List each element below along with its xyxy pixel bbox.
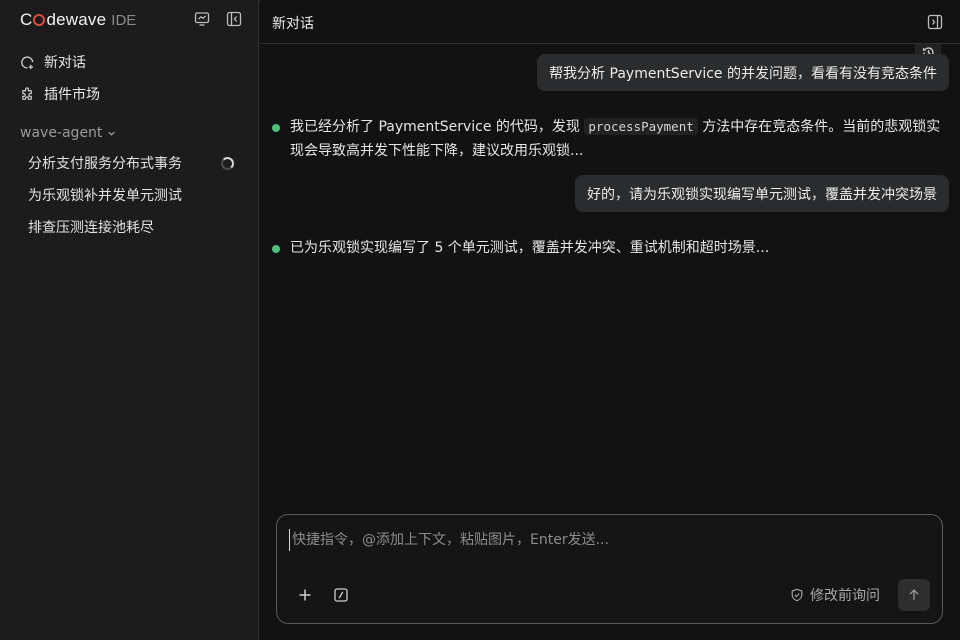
monitor-icon[interactable] [194,11,210,27]
loading-spinner-icon [221,156,234,170]
status-dot [272,245,280,253]
plugin-market-label: 插件市场 [44,87,100,103]
user-message: 好的，请为乐观锁实现编写单元测试，覆盖并发冲突场景 [575,175,949,212]
chat-header: 新对话 [260,2,960,44]
conversation-title: 排查压测连接池耗尽 [28,220,154,236]
message-input[interactable] [289,529,929,551]
conversation-item[interactable]: 为乐观锁补并发单元测试 [28,184,238,206]
conversation-title: 为乐观锁补并发单元测试 [28,188,182,204]
user-message: 帮我分析 PaymentService 的并发问题，看看有没有竞态条件 [537,54,949,91]
brand-product: IDE [111,12,137,29]
chevron-down-icon [108,131,116,136]
assistant-message-text: 我已经分析了 PaymentService 的代码，发现 [290,119,585,135]
sidebar-tools [194,11,242,27]
workspace-group-toggle[interactable]: wave-agent [20,122,117,144]
plus-icon[interactable] [297,587,313,603]
ask-before-edit-label: 修改前询问 [810,588,880,604]
inline-code: processPayment [584,118,698,135]
new-chat-button[interactable]: 新对话 [20,51,86,73]
chat-title: 新对话 [272,16,314,32]
logo-ring-icon [33,14,46,26]
new-chat-label: 新对话 [44,55,86,71]
arrow-up-icon [909,589,919,600]
ask-before-edit-toggle[interactable]: 修改前询问 [790,585,880,605]
conversation-title: 分析支付服务分布式事务 [28,156,182,172]
app-window: Cdewave IDE 新对话 插件市场 wave-agent 分析支付服务分布… [0,0,960,640]
toggle-panel-icon[interactable] [927,14,943,30]
conversation-item[interactable]: 分析支付服务分布式事务 [28,152,238,174]
assistant-message: 我已经分析了 PaymentService 的代码，发现 processPaym… [272,115,952,163]
composer-tools [297,587,349,603]
new-chat-icon [21,55,34,69]
chat-panel: 新对话 帮我分析 PaymentService 的并发问题，看看有没有竞态条件 … [260,0,960,640]
brand-logo: Cdewave IDE [20,10,136,32]
assistant-message: 已为乐观锁实现编写了 5 个单元测试，覆盖并发冲突、重试机制和超时场景... [272,236,952,260]
composer: 修改前询问 [276,514,943,624]
sidebar: Cdewave IDE 新对话 插件市场 wave-agent 分析支付服务分布… [0,0,259,640]
puzzle-icon [22,86,32,100]
plugin-market-button[interactable]: 插件市场 [20,83,100,105]
collapse-sidebar-icon[interactable] [226,11,242,27]
conversation-item[interactable]: 排查压测连接池耗尽 [28,216,238,238]
slash-command-icon[interactable] [333,587,349,603]
send-button[interactable] [898,579,930,611]
workspace-group-label: wave-agent [20,125,103,141]
user-message-text: 帮我分析 PaymentService 的并发问题，看看有没有竞态条件 [549,65,937,82]
assistant-message-text: 已为乐观锁实现编写了 5 个单元测试，覆盖并发冲突、重试机制和超时场景... [290,240,770,256]
shield-check-icon [791,588,803,602]
brand-name: Cdewave [20,10,107,29]
status-dot [272,124,280,132]
user-message-text: 好的，请为乐观锁实现编写单元测试，覆盖并发冲突场景 [587,186,937,203]
